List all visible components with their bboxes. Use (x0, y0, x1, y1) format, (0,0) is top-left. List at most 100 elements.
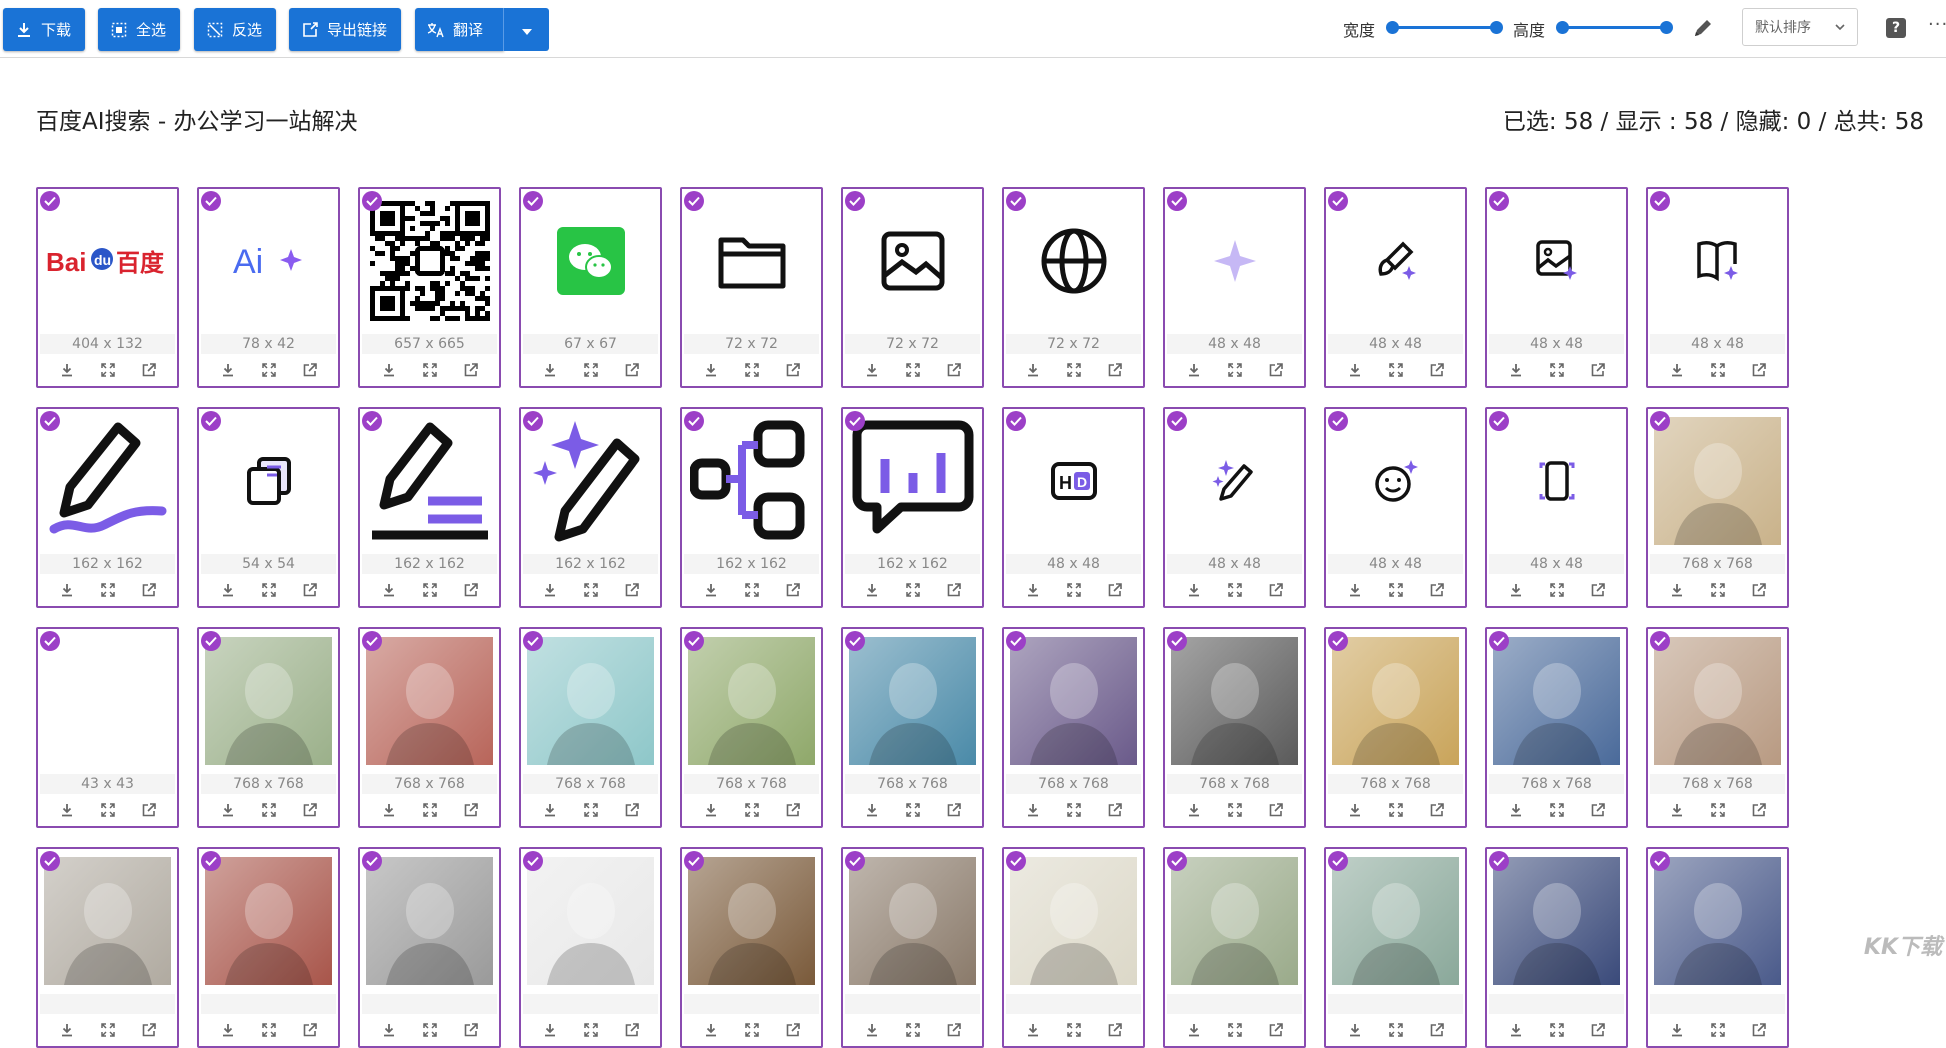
fullscreen-icon[interactable] (260, 581, 278, 599)
open-external-icon[interactable] (784, 1021, 802, 1039)
fullscreen-icon[interactable] (1387, 581, 1405, 599)
select-all-button[interactable]: 全选 (98, 8, 180, 51)
open-external-icon[interactable] (945, 801, 963, 819)
image-card[interactable]: 657 x 665 (358, 187, 501, 388)
image-card[interactable]: 48 x 48 (1324, 407, 1467, 608)
image-card[interactable] (1485, 847, 1628, 1048)
image-card[interactable]: 768 x 768 (1002, 627, 1145, 828)
open-external-icon[interactable] (1267, 801, 1285, 819)
open-external-icon[interactable] (1589, 361, 1607, 379)
selected-check-icon[interactable] (1006, 411, 1026, 431)
download-icon[interactable] (58, 581, 76, 599)
download-icon[interactable] (702, 1021, 720, 1039)
fullscreen-icon[interactable] (1226, 581, 1244, 599)
image-thumbnail[interactable] (366, 857, 493, 985)
image-card[interactable]: 768 x 768 (1646, 407, 1789, 608)
image-card[interactable] (680, 847, 823, 1048)
open-external-icon[interactable] (462, 1021, 480, 1039)
translate-dropdown-button[interactable] (503, 8, 549, 51)
download-icon[interactable] (1507, 1021, 1525, 1039)
image-thumbnail[interactable] (1010, 637, 1137, 765)
fullscreen-icon[interactable] (421, 361, 439, 379)
download-icon[interactable] (1024, 361, 1042, 379)
translate-button[interactable]: 翻译 (415, 8, 504, 51)
open-external-icon[interactable] (945, 361, 963, 379)
image-thumbnail[interactable] (1493, 417, 1620, 545)
fullscreen-icon[interactable] (421, 1021, 439, 1039)
download-icon[interactable] (1024, 581, 1042, 599)
image-thumbnail[interactable] (688, 857, 815, 985)
selected-check-icon[interactable] (845, 631, 865, 651)
selected-check-icon[interactable] (40, 631, 60, 651)
fullscreen-icon[interactable] (1387, 801, 1405, 819)
open-external-icon[interactable] (1267, 361, 1285, 379)
fullscreen-icon[interactable] (1065, 801, 1083, 819)
image-thumbnail[interactable] (849, 417, 976, 545)
fullscreen-icon[interactable] (260, 361, 278, 379)
image-card[interactable]: 768 x 768 (1646, 627, 1789, 828)
open-external-icon[interactable] (301, 801, 319, 819)
image-card[interactable]: 48 x 48 (1324, 187, 1467, 388)
image-card[interactable]: 162 x 162 (36, 407, 179, 608)
open-external-icon[interactable] (140, 1021, 158, 1039)
selected-check-icon[interactable] (684, 631, 704, 651)
image-card[interactable]: 162 x 162 (358, 407, 501, 608)
image-thumbnail[interactable] (205, 637, 332, 765)
fullscreen-icon[interactable] (1709, 581, 1727, 599)
open-external-icon[interactable] (1106, 361, 1124, 379)
fullscreen-icon[interactable] (904, 801, 922, 819)
image-thumbnail[interactable] (688, 417, 815, 545)
download-icon[interactable] (219, 581, 237, 599)
image-card[interactable] (1646, 847, 1789, 1048)
open-external-icon[interactable] (945, 581, 963, 599)
open-external-icon[interactable] (462, 361, 480, 379)
download-icon[interactable] (1346, 581, 1364, 599)
selected-check-icon[interactable] (1489, 191, 1509, 211)
open-external-icon[interactable] (1106, 581, 1124, 599)
download-icon[interactable] (1024, 1021, 1042, 1039)
selected-check-icon[interactable] (523, 851, 543, 871)
download-icon[interactable] (1185, 361, 1203, 379)
fullscreen-icon[interactable] (904, 1021, 922, 1039)
open-external-icon[interactable] (1267, 581, 1285, 599)
invert-selection-button[interactable]: 反选 (194, 8, 276, 51)
selected-check-icon[interactable] (845, 851, 865, 871)
selected-check-icon[interactable] (1650, 851, 1670, 871)
image-card[interactable]: Ai78 x 42 (197, 187, 340, 388)
image-thumbnail[interactable] (1171, 197, 1298, 325)
download-icon[interactable] (1346, 801, 1364, 819)
fullscreen-icon[interactable] (1548, 801, 1566, 819)
selected-check-icon[interactable] (1489, 851, 1509, 871)
image-card[interactable]: 162 x 162 (519, 407, 662, 608)
selected-check-icon[interactable] (1328, 851, 1348, 871)
open-external-icon[interactable] (1589, 581, 1607, 599)
image-card[interactable]: 43 x 43 (36, 627, 179, 828)
image-thumbnail[interactable] (1654, 197, 1781, 325)
open-external-icon[interactable] (1428, 361, 1446, 379)
download-icon[interactable] (1668, 1021, 1686, 1039)
open-external-icon[interactable] (623, 1021, 641, 1039)
download-icon[interactable] (541, 801, 559, 819)
image-thumbnail[interactable] (1171, 417, 1298, 545)
image-thumbnail[interactable] (1654, 857, 1781, 985)
download-icon[interactable] (1507, 361, 1525, 379)
image-thumbnail[interactable] (849, 197, 976, 325)
selected-check-icon[interactable] (845, 191, 865, 211)
fullscreen-icon[interactable] (1709, 1021, 1727, 1039)
fullscreen-icon[interactable] (99, 801, 117, 819)
fullscreen-icon[interactable] (1226, 361, 1244, 379)
sort-select[interactable]: 默认排序 (1742, 8, 1858, 46)
fullscreen-icon[interactable] (421, 801, 439, 819)
image-thumbnail[interactable] (1171, 857, 1298, 985)
width-slider-start-handle[interactable] (1386, 21, 1399, 34)
open-external-icon[interactable] (1106, 1021, 1124, 1039)
download-icon[interactable] (380, 801, 398, 819)
download-icon[interactable] (702, 801, 720, 819)
image-card[interactable]: 48 x 48 (1163, 407, 1306, 608)
download-icon[interactable] (1346, 361, 1364, 379)
image-card[interactable]: 768 x 768 (1163, 627, 1306, 828)
image-card[interactable]: 162 x 162 (680, 407, 823, 608)
image-thumbnail[interactable] (688, 197, 815, 325)
selected-check-icon[interactable] (1167, 851, 1187, 871)
selected-check-icon[interactable] (201, 631, 221, 651)
